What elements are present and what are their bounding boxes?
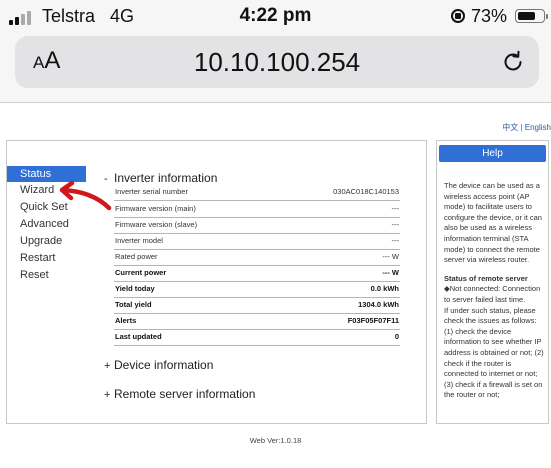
menu-item-advanced[interactable]: Advanced bbox=[7, 216, 86, 232]
help-remote-status: ◆Not connected: Connection to server fai… bbox=[444, 284, 541, 304]
language-link-english[interactable]: English bbox=[525, 123, 551, 132]
info-row-rated-power: Rated power --- W bbox=[114, 249, 400, 266]
section-title: Remote server information bbox=[114, 387, 256, 401]
help-remote-heading: Status of remote server bbox=[444, 273, 528, 283]
info-row-yield-today: Yield today 0.0 kWh bbox=[114, 281, 400, 298]
expand-toggle-icon: + bbox=[104, 360, 111, 372]
info-row-alerts: Alerts F03F05F07F11 bbox=[114, 313, 400, 330]
battery-percentage: 73% bbox=[471, 6, 508, 26]
battery-level-fill bbox=[517, 11, 536, 20]
orientation-lock-icon bbox=[451, 9, 465, 23]
status-panel: - Inverter information Inverter serial nu… bbox=[86, 140, 427, 424]
help-remote-checks: If under such status, please check the i… bbox=[444, 305, 544, 400]
menu-item-reset[interactable]: Reset bbox=[7, 267, 86, 283]
info-row-current-power: Current power --- W bbox=[114, 265, 400, 282]
info-row-firmware-slave: Firmware version (slave) --- bbox=[114, 217, 400, 234]
info-row-firmware-main: Firmware version (main) --- bbox=[114, 201, 400, 218]
language-switcher: 中文 | English bbox=[502, 123, 551, 132]
menu-item-upgrade[interactable]: Upgrade bbox=[7, 233, 86, 249]
ios-status-bar: Telstra 4G 4:22 pm 73% bbox=[0, 0, 551, 32]
browser-toolbar: AA 10.10.100.254 bbox=[0, 32, 551, 103]
remote-server-info-header[interactable]: + Remote server information bbox=[104, 387, 255, 401]
inverter-info-header[interactable]: - Inverter information bbox=[104, 171, 217, 185]
address-bar[interactable]: AA 10.10.100.254 bbox=[15, 36, 539, 88]
expand-toggle-icon: + bbox=[104, 389, 111, 401]
help-panel: Help The device can be used as a wireles… bbox=[436, 140, 549, 424]
annotation-arrow-icon bbox=[59, 180, 112, 211]
web-version: Web Ver:1.0.18 bbox=[249, 436, 302, 445]
help-title: Help bbox=[439, 145, 546, 162]
menu-item-restart[interactable]: Restart bbox=[7, 250, 86, 266]
help-intro: The device can be used as a wireless acc… bbox=[444, 181, 542, 265]
info-row-total-yield: Total yield 1304.0 kWh bbox=[114, 297, 400, 314]
language-link-chinese[interactable]: 中文 bbox=[502, 123, 518, 132]
help-text[interactable]: The device can be used as a wireless acc… bbox=[444, 181, 544, 401]
clock: 4:22 pm bbox=[239, 5, 312, 26]
reload-icon[interactable] bbox=[501, 50, 525, 74]
info-row-last-updated: Last updated 0 bbox=[114, 329, 400, 346]
battery-icon bbox=[515, 9, 548, 23]
url-text[interactable]: 10.10.100.254 bbox=[15, 47, 539, 78]
section-title: Device information bbox=[114, 358, 214, 372]
info-row-serial: Inverter serial number 030AC018C140153 bbox=[114, 184, 400, 201]
device-info-header[interactable]: + Device information bbox=[104, 358, 213, 372]
info-row-inverter-model: Inverter model --- bbox=[114, 233, 400, 250]
section-title: Inverter information bbox=[114, 171, 218, 185]
